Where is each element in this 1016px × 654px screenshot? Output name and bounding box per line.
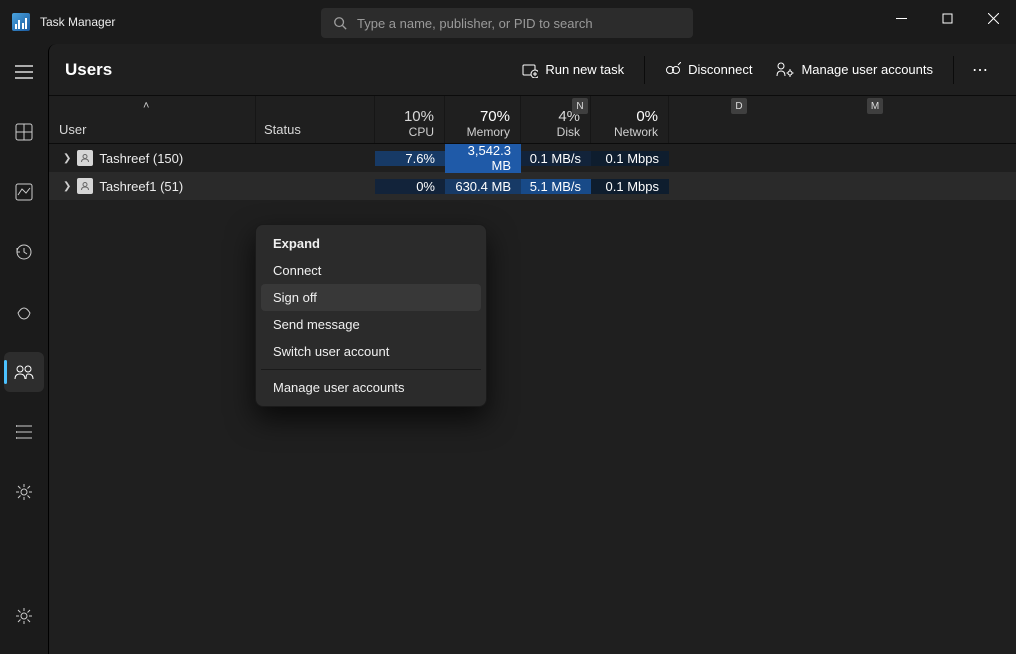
memory-percent: 70% xyxy=(455,108,510,125)
header-separator xyxy=(644,56,645,84)
user-avatar-icon xyxy=(77,150,93,166)
col-status-label: Status xyxy=(264,122,366,137)
search-input[interactable]: Type a name, publisher, or PID to search xyxy=(321,8,693,38)
user-name: Tashreef (150) xyxy=(99,151,183,166)
search-placeholder: Type a name, publisher, or PID to search xyxy=(357,16,593,31)
manage-users-label: Manage user accounts xyxy=(801,62,933,77)
user-name: Tashreef1 (51) xyxy=(99,179,183,194)
cell-network: 0.1 Mbps xyxy=(591,151,669,166)
ctx-connect[interactable]: Connect xyxy=(261,257,481,284)
page-title: Users xyxy=(65,60,112,80)
minimize-button[interactable] xyxy=(878,0,924,36)
sidebar-item-performance[interactable] xyxy=(4,172,44,212)
ctx-switch-user[interactable]: Switch user account xyxy=(261,338,481,365)
ctx-sign-off[interactable]: Sign off xyxy=(261,284,481,311)
disconnect-label: Disconnect xyxy=(688,62,752,77)
ctx-manage-users[interactable]: Manage user accounts xyxy=(261,374,481,401)
column-header-memory[interactable]: 70% Memory xyxy=(445,96,521,143)
sidebar-item-details[interactable] xyxy=(4,412,44,452)
disconnect-icon xyxy=(665,62,681,78)
run-task-label: Run new task xyxy=(545,62,624,77)
cpu-label: CPU xyxy=(385,125,434,139)
cpu-percent: 10% xyxy=(385,108,434,125)
sidebar-item-users[interactable] xyxy=(4,352,44,392)
main-panel: Users Run new task Disconnect Manage use xyxy=(48,44,1016,654)
header-badge-d: D xyxy=(731,98,747,114)
cell-disk: 5.1 MB/s xyxy=(521,179,591,194)
app-title: Task Manager xyxy=(40,15,115,29)
user-avatar-icon xyxy=(77,178,93,194)
cell-cpu: 7.6% xyxy=(375,151,445,166)
ctx-expand[interactable]: Expand xyxy=(261,230,481,257)
users-gear-icon xyxy=(776,62,794,78)
cell-memory: 3,542.3 MB xyxy=(445,143,521,173)
manage-user-accounts-button[interactable]: Manage user accounts xyxy=(764,56,945,84)
memory-label: Memory xyxy=(455,125,510,139)
disk-label: Disk xyxy=(531,125,580,139)
col-user-label: User xyxy=(59,122,245,137)
user-row[interactable]: ❯ Tashreef1 (51) 0% 630.4 MB 5.1 MB/s 0.… xyxy=(49,172,1016,200)
sidebar-item-settings[interactable] xyxy=(4,596,44,636)
table-header: ˄ User Status 10% CPU 70% Memory N 4% Di… xyxy=(49,96,1016,144)
sidebar-item-startup-apps[interactable] xyxy=(4,292,44,332)
header-badge-m: M xyxy=(867,98,883,114)
network-label: Network xyxy=(601,125,658,139)
column-header-status[interactable]: Status xyxy=(256,96,375,143)
header-separator xyxy=(953,56,954,84)
close-button[interactable] xyxy=(970,0,1016,36)
hamburger-menu-button[interactable] xyxy=(4,52,44,92)
context-menu: Expand Connect Sign off Send message Swi… xyxy=(255,224,487,407)
network-percent: 0% xyxy=(601,108,658,125)
column-header-network[interactable]: 0% Network xyxy=(591,96,669,143)
user-row[interactable]: ❯ Tashreef (150) 7.6% 3,542.3 MB 0.1 MB/… xyxy=(49,144,1016,172)
expand-chevron-icon[interactable]: ❯ xyxy=(63,153,71,164)
column-header-disk[interactable]: N 4% Disk xyxy=(521,96,591,143)
sidebar-item-services[interactable] xyxy=(4,472,44,512)
sort-ascending-icon: ˄ xyxy=(143,100,149,112)
column-header-user[interactable]: ˄ User xyxy=(49,96,256,143)
page-header: Users Run new task Disconnect Manage use xyxy=(49,44,1016,96)
column-header-cpu[interactable]: 10% CPU xyxy=(375,96,445,143)
more-icon: ⋯ xyxy=(972,60,990,80)
cell-disk: 0.1 MB/s xyxy=(521,151,591,166)
window-controls xyxy=(878,0,1016,36)
cell-memory: 630.4 MB xyxy=(445,179,521,194)
context-menu-separator xyxy=(261,369,481,370)
app-icon xyxy=(12,13,30,31)
run-new-task-button[interactable]: Run new task xyxy=(510,56,636,84)
sidebar xyxy=(0,44,48,654)
sidebar-item-app-history[interactable] xyxy=(4,232,44,272)
sidebar-item-processes[interactable] xyxy=(4,112,44,152)
cell-network: 0.1 Mbps xyxy=(591,179,669,194)
expand-chevron-icon[interactable]: ❯ xyxy=(63,181,71,192)
more-options-button[interactable]: ⋯ xyxy=(962,54,1000,86)
run-task-icon xyxy=(522,62,538,78)
disk-badge: N xyxy=(572,98,588,114)
search-icon xyxy=(333,16,347,30)
cell-cpu: 0% xyxy=(375,179,445,194)
ctx-send-message[interactable]: Send message xyxy=(261,311,481,338)
disconnect-button[interactable]: Disconnect xyxy=(653,56,764,84)
maximize-button[interactable] xyxy=(924,0,970,36)
